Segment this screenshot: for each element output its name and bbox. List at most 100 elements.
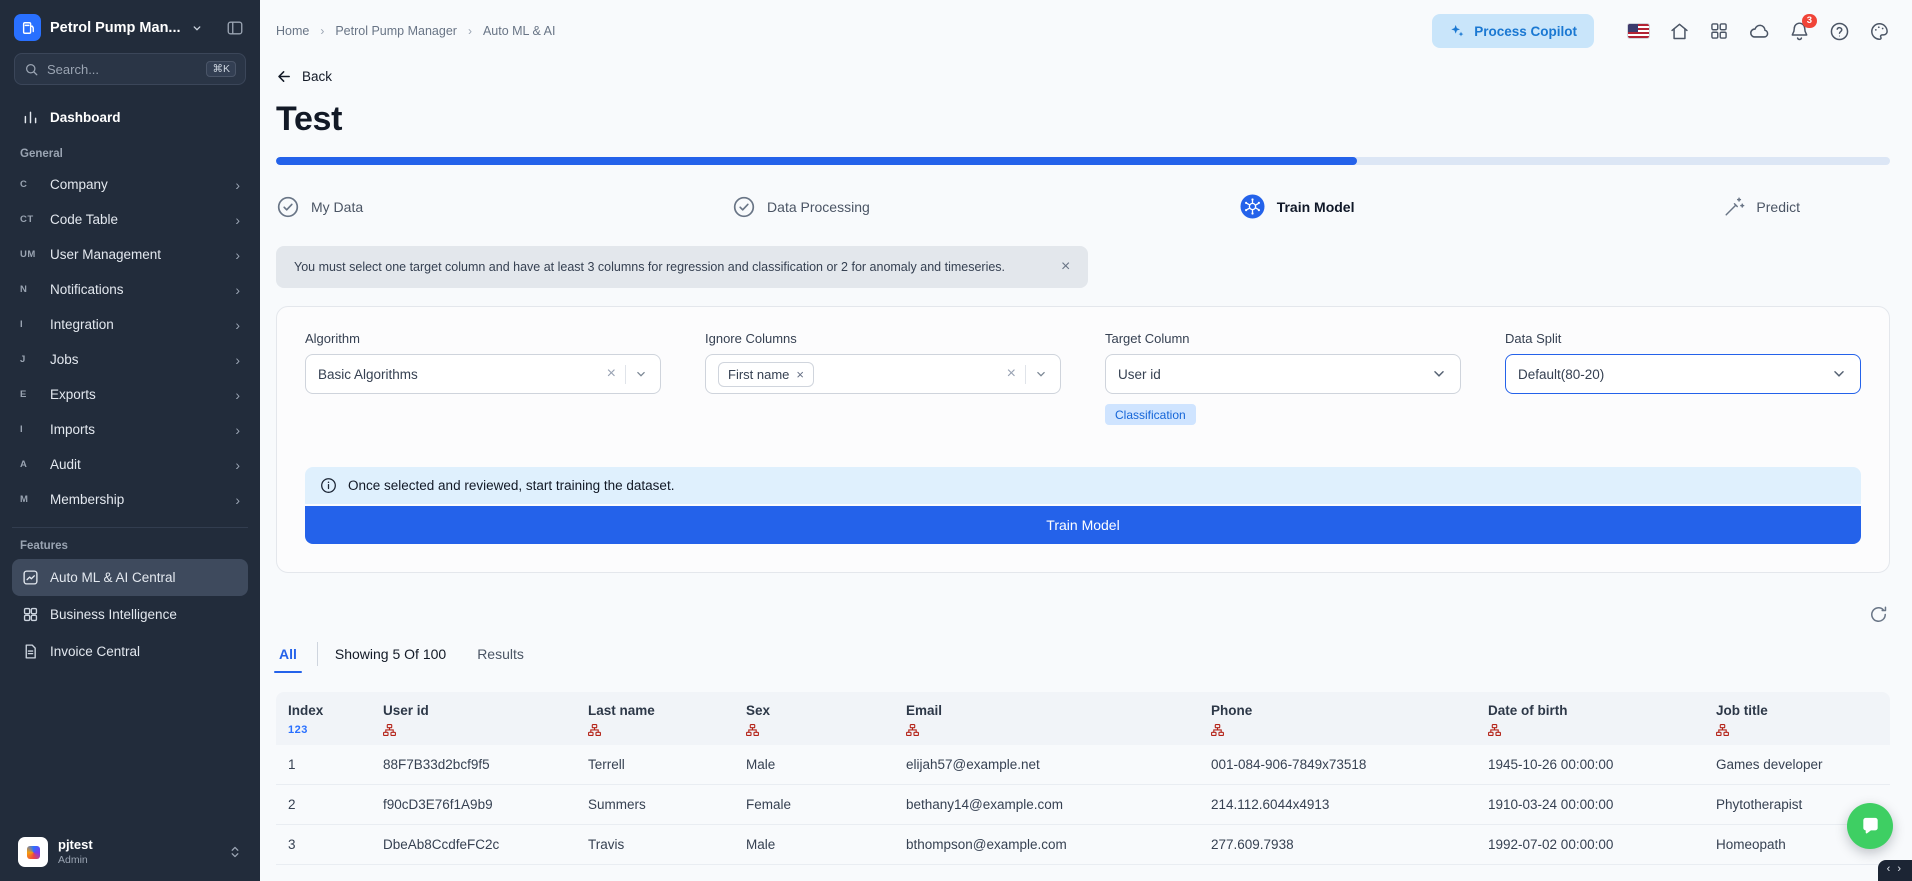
- sidebar-item-company[interactable]: C Company ›: [12, 167, 248, 202]
- corner-chevrons-icon: ‹ ›: [1886, 863, 1903, 875]
- help-button[interactable]: [1829, 21, 1850, 42]
- company-abbr-icon: C: [20, 179, 28, 190]
- col-header-sex[interactable]: Sex: [734, 692, 894, 745]
- sidebar-item-notifications[interactable]: N Notifications ›: [12, 272, 248, 307]
- sidebar-item-label: Company: [50, 177, 108, 192]
- col-header-date-of-birth[interactable]: Date of birth: [1476, 692, 1704, 745]
- breadcrumb-separator-icon: ›: [320, 24, 325, 38]
- step-data-processing[interactable]: Data Processing: [732, 193, 870, 220]
- col-header-job-title[interactable]: Job title: [1704, 692, 1890, 745]
- sidebar-item-label: User Management: [50, 247, 162, 262]
- sidebar-item-exports[interactable]: E Exports ›: [12, 377, 248, 412]
- sidebar-item-integration[interactable]: I Integration ›: [12, 307, 248, 342]
- sidebar-item-membership[interactable]: M Membership ›: [12, 482, 248, 517]
- cell-last-name: Summers: [576, 784, 734, 825]
- sidebar-item-audit[interactable]: A Audit ›: [12, 447, 248, 482]
- sidebar-item-user-management[interactable]: UM User Management ›: [12, 237, 248, 272]
- cell-date-of-birth: 1945-10-26 00:00:00: [1476, 745, 1704, 785]
- step-label: My Data: [311, 198, 364, 215]
- sidebar-item-label: Jobs: [50, 352, 79, 367]
- algorithm-value: Basic Algorithms: [318, 366, 418, 382]
- category-type-icon: [746, 723, 882, 737]
- home-button[interactable]: [1669, 21, 1690, 42]
- sparkles-icon: [1449, 23, 1465, 39]
- select-separator: [1025, 364, 1026, 384]
- cell-last-name: Terrell: [576, 745, 734, 785]
- code-table-abbr-icon: CT: [20, 214, 34, 225]
- data-split-select[interactable]: Default(80-20): [1505, 354, 1861, 394]
- cell-index: 2: [276, 784, 371, 825]
- table-row: 2 f90cD3E76f1A9b9 Summers Female bethany…: [276, 784, 1890, 825]
- sidebar-item-auto-ml-ai-central[interactable]: Auto ML & AI Central: [12, 559, 248, 596]
- sidebar-item-jobs[interactable]: J Jobs ›: [12, 342, 248, 377]
- cell-date-of-birth: 1910-03-24 00:00:00: [1476, 784, 1704, 825]
- cloud-button[interactable]: [1748, 20, 1770, 42]
- sidebar-collapse-button[interactable]: [224, 17, 246, 39]
- sidebar-item-business-intelligence[interactable]: Business Intelligence: [12, 596, 248, 633]
- sidebar-item-label: Notifications: [50, 282, 124, 297]
- cell-user-id: f90cD3E76f1A9b9: [371, 784, 576, 825]
- back-arrow-icon: [276, 68, 293, 85]
- sidebar-item-code-table[interactable]: CT Code Table ›: [12, 202, 248, 237]
- wizard-steps: My Data Data Processing Train Model Pred…: [276, 193, 1890, 220]
- process-copilot-button[interactable]: Process Copilot: [1432, 14, 1594, 48]
- ignore-columns-multiselect[interactable]: First name × ×: [705, 354, 1061, 394]
- chevron-down-icon[interactable]: [634, 367, 648, 381]
- theme-palette-button[interactable]: [1869, 21, 1890, 42]
- ignore-columns-clear-button[interactable]: ×: [998, 366, 1025, 382]
- progress-bar-fill: [276, 157, 1358, 165]
- chip-remove-button[interactable]: ×: [796, 368, 804, 381]
- table-row: 3 DbeAb8CcdfeFC2c Travis Male bthompson@…: [276, 824, 1890, 865]
- breadcrumb-home[interactable]: Home: [276, 24, 309, 38]
- step-my-data[interactable]: My Data: [276, 193, 363, 220]
- table-body: 1 88F7B33d2bcf9f5 Terrell Male elijah57@…: [276, 745, 1890, 865]
- cell-last-name: Travis: [576, 824, 734, 865]
- workspace-switcher[interactable]: Petrol Pump Man...: [14, 14, 218, 41]
- chat-widget-button[interactable]: [1847, 803, 1893, 849]
- chevron-down-icon[interactable]: [1034, 367, 1048, 381]
- user-menu[interactable]: pjtest Admin: [12, 829, 248, 869]
- language-flag-us-icon[interactable]: [1627, 23, 1650, 39]
- search-input[interactable]: [47, 61, 199, 77]
- sidebar-item-imports[interactable]: I Imports ›: [12, 412, 248, 447]
- sidebar-item-dashboard[interactable]: Dashboard: [12, 99, 248, 136]
- notifications-bell-button[interactable]: 3: [1789, 13, 1817, 42]
- collapse-corner-handle[interactable]: ‹ ›: [1877, 860, 1912, 881]
- breadcrumb-petrol-pump-manager[interactable]: Petrol Pump Manager: [335, 24, 457, 38]
- page-title: Test: [276, 100, 343, 138]
- train-model-button[interactable]: Train Model: [305, 506, 1861, 544]
- target-column-field: Target Column User id Classification: [1105, 331, 1461, 425]
- info-banner: Once selected and reviewed, start traini…: [305, 467, 1861, 504]
- user-management-abbr-icon: UM: [20, 249, 36, 260]
- algorithm-clear-button[interactable]: ×: [598, 366, 625, 382]
- target-column-select[interactable]: User id: [1105, 354, 1461, 394]
- col-header-user-id[interactable]: User id: [371, 692, 576, 745]
- alert-close-button[interactable]: ×: [1061, 259, 1070, 275]
- cell-email: bethany14@example.com: [894, 784, 1199, 825]
- cell-sex: Male: [734, 745, 894, 785]
- col-header-last-name[interactable]: Last name: [576, 692, 734, 745]
- tab-all[interactable]: All: [274, 646, 302, 673]
- integration-abbr-icon: I: [20, 319, 24, 330]
- refresh-button[interactable]: [1867, 603, 1890, 626]
- check-circle-icon: [276, 195, 300, 219]
- apps-grid-button[interactable]: [1709, 21, 1729, 41]
- numeric-type-icon: 123: [288, 724, 308, 736]
- chat-bubble-icon: [1859, 815, 1882, 838]
- breadcrumb-auto-ml-ai[interactable]: Auto ML & AI: [483, 24, 556, 38]
- col-header-phone[interactable]: Phone: [1199, 692, 1476, 745]
- step-predict[interactable]: Predict: [1723, 193, 1800, 220]
- results-toolbar: [276, 603, 1890, 626]
- avatar: [18, 837, 48, 867]
- chip-label: First name: [728, 366, 790, 382]
- target-column-value: User id: [1118, 366, 1161, 382]
- category-type-icon: [1211, 723, 1464, 737]
- back-button[interactable]: Back: [276, 68, 332, 85]
- sidebar-item-label: Auto ML & AI Central: [50, 570, 176, 585]
- algorithm-select[interactable]: Basic Algorithms ×: [305, 354, 661, 394]
- step-train-model[interactable]: Train Model: [1239, 193, 1354, 220]
- col-header-index[interactable]: Index 123: [276, 692, 371, 745]
- chevron-right-icon: ›: [235, 351, 240, 368]
- col-header-email[interactable]: Email: [894, 692, 1199, 745]
- sidebar-item-invoice-central[interactable]: Invoice Central: [12, 633, 248, 670]
